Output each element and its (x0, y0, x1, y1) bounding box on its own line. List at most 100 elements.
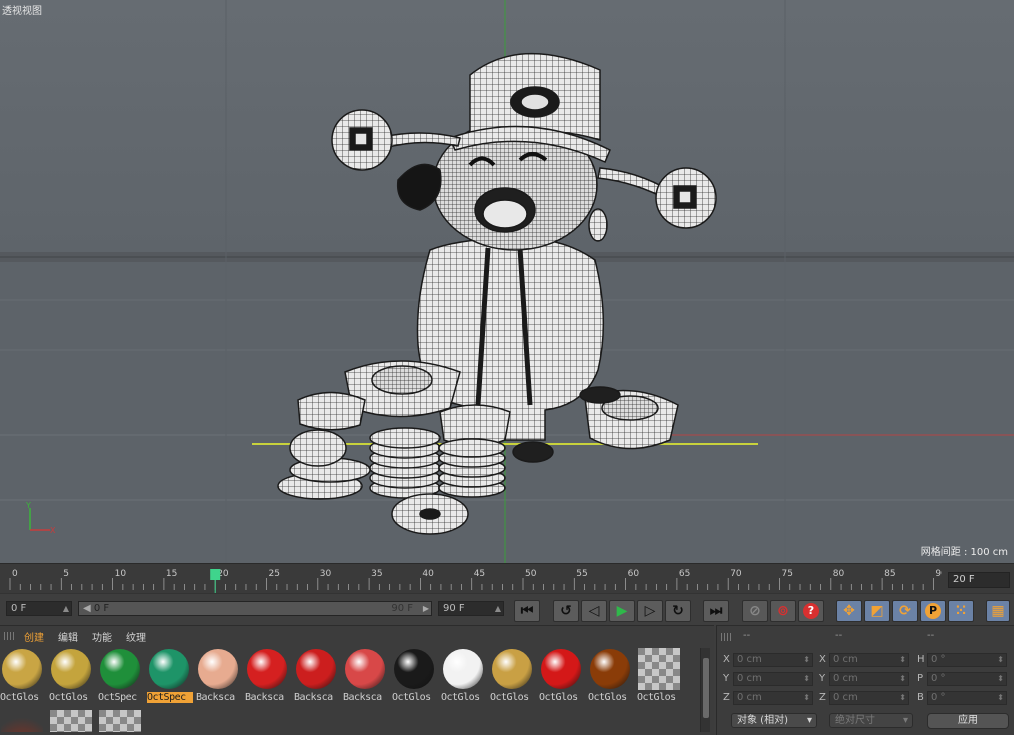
scale-tool-button[interactable]: ◩ (864, 600, 890, 622)
material-sphere (247, 649, 287, 689)
parameter-button[interactable]: P (920, 600, 946, 622)
coord-value-field[interactable]: 0 cm ⬍ (733, 653, 813, 667)
viewport-title[interactable]: 透视视图 (2, 2, 42, 17)
material-sphere (394, 649, 434, 689)
material-swatch[interactable]: OctGlos (490, 648, 534, 706)
frame-range-slider[interactable]: ◀ 0 F 90 F ▶ (78, 601, 432, 616)
record-off-button[interactable]: ⊘ (742, 600, 768, 622)
stepper-icon[interactable]: ⬍ (803, 692, 810, 704)
prev-key-button[interactable]: ◁ (581, 600, 607, 622)
start-frame-field[interactable]: 0 F ▲ (6, 601, 72, 616)
material-scrollbar[interactable] (700, 648, 710, 732)
stepper-icon[interactable]: ⬍ (803, 654, 810, 666)
step-forward-button[interactable]: ↻ (665, 600, 691, 622)
material-preview (442, 648, 484, 690)
coord-value-field[interactable]: 0 cm ⬍ (829, 653, 909, 667)
material-name: OctGlos (588, 692, 627, 703)
god-of-wealth-model[interactable] (277, 52, 717, 535)
stepper-icon[interactable]: ⬍ (899, 692, 906, 704)
material-preview (99, 648, 141, 690)
points-button[interactable]: ⁙ (948, 600, 974, 622)
material-name: OctGlos (637, 692, 676, 703)
coord-value-field[interactable]: 0 cm ⬍ (829, 691, 909, 705)
help-button[interactable]: ? (798, 600, 824, 622)
move-tool-button[interactable]: ✥ (836, 600, 862, 622)
stepper-icon[interactable]: ⬍ (803, 673, 810, 685)
coord-value: 0 cm (833, 654, 858, 665)
coord-axis-label: Y (723, 673, 730, 684)
go-to-end-button[interactable]: ⏭ (703, 600, 729, 622)
coord-value-field[interactable]: 0 cm ⬍ (733, 672, 813, 686)
material-swatch[interactable]: OctGlos (588, 648, 632, 706)
material-swatch[interactable]: OctSpec (98, 648, 142, 706)
material-swatch[interactable]: Backsca (343, 648, 387, 706)
play-button[interactable]: ▶ (609, 600, 635, 622)
step-back-button[interactable]: ↺ (553, 600, 579, 622)
coord-value-field[interactable]: 0 ° ⬍ (927, 691, 1007, 705)
current-frame-field[interactable]: 20 F (948, 572, 1010, 588)
material-swatch[interactable] (0, 710, 44, 732)
coordinate-mode-dropdown[interactable]: 对象 (相对) ▾ (731, 713, 817, 728)
material-sphere (492, 649, 532, 689)
coord-axis-label: X (723, 654, 730, 665)
material-preview (197, 648, 239, 690)
material-swatch[interactable]: OctGlos (0, 648, 44, 706)
coord-value-field[interactable]: 0 cm ⬍ (829, 672, 909, 686)
perspective-viewport[interactable]: Y X 透视视图 网格间距 : 100 cm (0, 0, 1014, 563)
material-swatch[interactable]: Backsca (196, 648, 240, 706)
autokey-button[interactable]: ⊚ (770, 600, 796, 622)
timeline-window-button[interactable]: ▦ (986, 600, 1010, 622)
coord-value-field[interactable]: 0 ° ⬍ (927, 672, 1007, 686)
material-sphere (149, 649, 189, 689)
timeline-ruler[interactable]: 051015202530354045505560657075808590 (0, 564, 942, 594)
timeline[interactable]: 051015202530354045505560657075808590 20 … (0, 563, 1014, 594)
menu-create[interactable]: 创建 (24, 629, 44, 644)
timeline-tick-label: 10 (115, 569, 127, 579)
next-key-button[interactable]: ▷ (637, 600, 663, 622)
stepper-icon[interactable]: ⬍ (997, 692, 1004, 704)
material-swatch[interactable]: OctGlos (441, 648, 485, 706)
scrollbar-thumb[interactable] (703, 658, 709, 718)
material-swatch[interactable]: Backsca (245, 648, 289, 706)
material-swatch[interactable]: OctGlos (392, 648, 436, 706)
coord-value-field[interactable]: 0 cm ⬍ (733, 691, 813, 705)
material-swatch[interactable]: OctGlos (637, 648, 681, 706)
menu-function[interactable]: 功能 (92, 629, 112, 644)
coord-axis-label: B (917, 692, 924, 703)
playhead-marker[interactable] (210, 569, 221, 580)
end-frame-field[interactable]: 90 F ▲ (438, 601, 504, 616)
timeline-tick-label: 60 (628, 569, 640, 579)
size-mode-dropdown[interactable]: 绝对尺寸 ▾ (829, 713, 913, 728)
axis-x-label: X (50, 526, 56, 535)
stepper-icon[interactable]: ⬍ (997, 654, 1004, 666)
material-swatch[interactable]: OctSpec (147, 648, 193, 706)
material-swatch[interactable]: OctGlos (539, 648, 583, 706)
material-swatch[interactable]: Backsca (294, 648, 338, 706)
panel-grip-icon[interactable] (4, 632, 16, 640)
material-sphere (345, 649, 385, 689)
axis-y-label: Y (25, 501, 31, 510)
material-swatch[interactable] (49, 710, 93, 732)
menu-edit[interactable]: 编辑 (58, 629, 78, 644)
scene-canvas[interactable]: Y X (0, 0, 1014, 563)
size-mode-value: 绝对尺寸 (835, 715, 875, 726)
timeline-tick-label: 90 (935, 569, 942, 579)
material-swatch[interactable] (98, 710, 142, 732)
coord-value-field[interactable]: 0 ° ⬍ (927, 653, 1007, 667)
material-preview (99, 710, 141, 732)
material-name: OctSpec (147, 692, 193, 703)
stepper-icon[interactable]: ⬍ (899, 673, 906, 685)
material-sphere (51, 649, 91, 689)
timeline-tick-label: 0 (12, 569, 18, 579)
material-swatch[interactable]: OctGlos (49, 648, 93, 706)
go-to-start-button[interactable]: ⏮ (514, 600, 540, 622)
panel-grip-icon[interactable] (721, 633, 733, 641)
menu-texture[interactable]: 纹理 (126, 629, 146, 644)
stepper-icon[interactable]: ⬍ (997, 673, 1004, 685)
rotate-tool-button[interactable]: ⟳ (892, 600, 918, 622)
apply-button[interactable]: 应用 (927, 713, 1009, 729)
coordinate-mode-value: 对象 (相对) (737, 715, 788, 726)
coord-value: 0 cm (833, 692, 858, 703)
material-sphere (541, 649, 581, 689)
stepper-icon[interactable]: ⬍ (899, 654, 906, 666)
